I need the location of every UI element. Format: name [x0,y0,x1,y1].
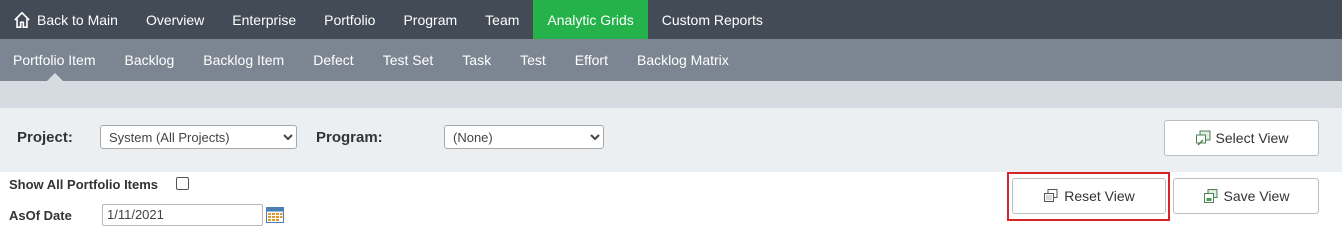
top-nav: Back to Main Overview Enterprise Portfol… [0,0,1342,39]
nav-portfolio[interactable]: Portfolio [310,0,389,39]
reset-view-highlight [1007,172,1170,221]
sub-nav: Portfolio Item Backlog Backlog Item Defe… [0,39,1342,81]
tab-test-set[interactable]: Test Set [368,39,448,81]
nav-back-to-main[interactable]: Back to Main [0,0,132,39]
save-view-label: Save View [1223,188,1290,204]
program-select[interactable]: (None) [444,125,604,149]
tab-task[interactable]: Task [448,39,506,81]
tab-test[interactable]: Test [506,39,561,81]
asof-date-input[interactable]: 1/11/2021 [102,204,263,226]
asof-date-label: AsOf Date [9,208,72,223]
tab-label: Backlog Matrix [636,52,729,68]
nav-label: Team [485,11,520,28]
nav-label: Back to Main [37,11,118,28]
tab-label: Defect [313,52,354,68]
tab-effort[interactable]: Effort [560,39,622,81]
nav-program[interactable]: Program [389,0,471,39]
show-all-checkbox[interactable] [176,177,189,190]
nav-custom-reports[interactable]: Custom Reports [648,0,777,39]
save-view-button[interactable]: Save View [1173,178,1319,214]
tab-defect[interactable]: Defect [299,39,368,81]
nav-label: Overview [145,11,205,28]
tab-label: Test [520,52,546,68]
tab-label: Test Set [382,52,434,68]
nav-label: Enterprise [232,11,297,28]
select-view-label: Select View [1215,130,1289,146]
nav-analytic-grids[interactable]: Analytic Grids [533,0,648,39]
tab-portfolio-item[interactable]: Portfolio Item [0,39,110,81]
project-select[interactable]: System (All Projects) [100,125,297,149]
nav-label: Analytic Grids [547,11,634,28]
nav-label: Custom Reports [661,11,763,28]
tab-backlog-item[interactable]: Backlog Item [189,39,299,81]
home-icon [14,11,30,28]
show-all-label: Show All Portfolio Items [9,177,159,192]
project-label: Project: [17,129,73,146]
program-label: Program: [316,129,383,146]
nav-team[interactable]: Team [471,0,533,39]
calendar-icon[interactable] [266,207,284,223]
nav-label: Program [403,11,458,28]
select-view-icon [1195,130,1211,146]
filters-bar: Project: System (All Projects) Program: … [0,108,1342,172]
select-view-button[interactable]: Select View [1164,120,1319,156]
save-view-icon [1203,189,1218,203]
tab-label: Portfolio Item [13,52,96,68]
tab-label: Task [462,52,492,68]
tab-label: Backlog [124,52,175,68]
tab-backlog[interactable]: Backlog [110,39,189,81]
tab-label: Effort [574,52,608,68]
spacer-band [0,81,1342,108]
tab-label: Backlog Item [203,52,285,68]
tab-backlog-matrix[interactable]: Backlog Matrix [622,39,743,81]
nav-overview[interactable]: Overview [132,0,218,39]
nav-label: Portfolio [324,11,376,28]
nav-enterprise[interactable]: Enterprise [218,0,310,39]
